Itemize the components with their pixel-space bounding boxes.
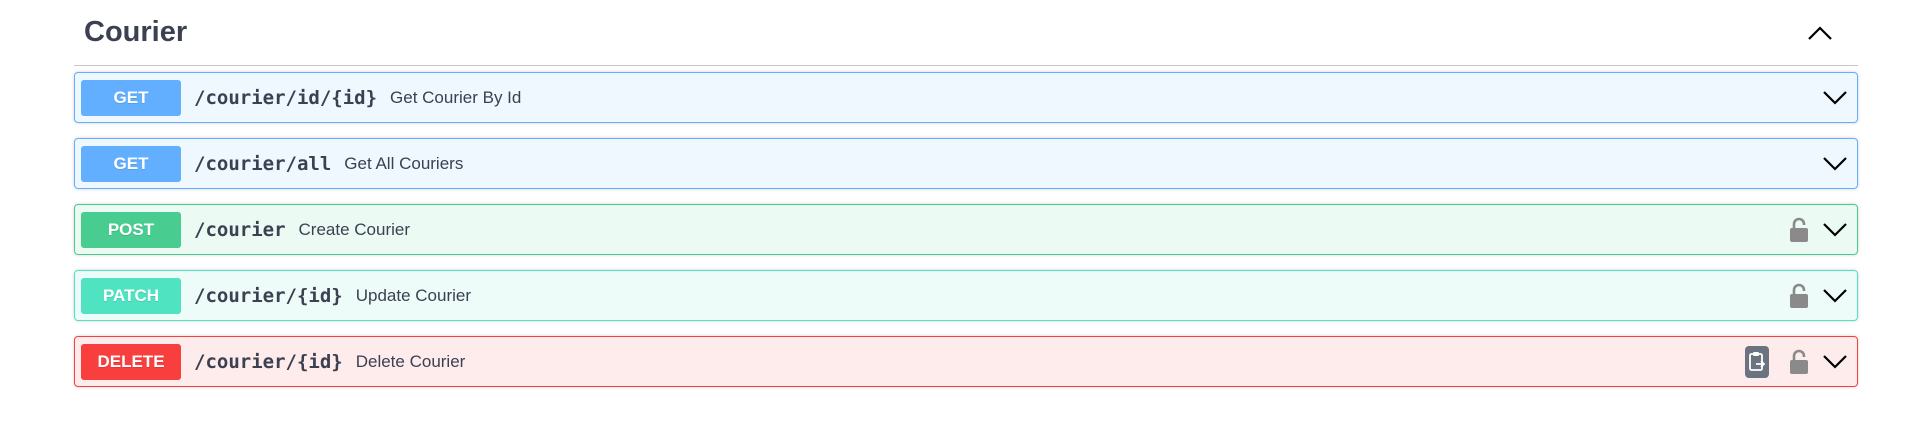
chevron-up-icon[interactable] [1800, 13, 1840, 53]
operation-summary: Update Courier [355, 285, 471, 305]
chevron-down-icon[interactable] [1821, 348, 1849, 376]
method-badge: GET [81, 145, 181, 182]
operation-create-courier[interactable]: POST /courier Create Courier [74, 204, 1858, 255]
operation-delete-courier[interactable]: DELETE /courier/{id} Delete Courier [74, 336, 1858, 387]
operation-summary: Get Courier By Id [390, 87, 522, 107]
operation-summary: Get All Couriers [344, 153, 464, 173]
chevron-down-icon[interactable] [1821, 150, 1849, 178]
chevron-down-icon[interactable] [1821, 216, 1849, 244]
operation-path: /courier [194, 218, 286, 241]
tag-title[interactable]: Courier [84, 16, 187, 49]
operation-controls [1787, 205, 1849, 254]
method-badge: DELETE [81, 343, 181, 380]
operation-get-all-couriers[interactable]: GET /courier/all Get All Couriers [74, 138, 1858, 189]
method-badge: GET [81, 79, 181, 116]
method-badge: PATCH [81, 277, 181, 314]
operation-path: /courier/all [194, 152, 332, 175]
operation-controls [1821, 139, 1849, 188]
lock-icon[interactable] [1787, 347, 1811, 377]
operation-controls [1787, 271, 1849, 320]
operation-controls [1745, 337, 1849, 386]
method-badge: POST [81, 211, 181, 248]
operation-summary: Delete Courier [355, 351, 466, 371]
lock-icon[interactable] [1787, 215, 1811, 245]
operation-summary: Create Courier [298, 219, 411, 239]
operation-path: /courier/{id} [194, 350, 343, 373]
operation-path: /courier/{id} [194, 284, 343, 307]
operation-get-courier-by-id[interactable]: GET /courier/id/{id} Get Courier By Id [74, 72, 1858, 123]
chevron-down-icon[interactable] [1821, 282, 1849, 310]
operation-controls [1821, 73, 1849, 122]
lock-icon[interactable] [1787, 281, 1811, 311]
tag-header[interactable]: Courier [74, 0, 1858, 66]
operation-path: /courier/id/{id} [194, 86, 378, 109]
operation-update-courier[interactable]: PATCH /courier/{id} Update Courier [74, 270, 1858, 321]
chevron-down-icon[interactable] [1821, 84, 1849, 112]
courier-section: Courier GET /courier/id/{id} Get Courier… [74, 0, 1858, 402]
copy-to-clipboard-icon[interactable] [1745, 345, 1769, 378]
